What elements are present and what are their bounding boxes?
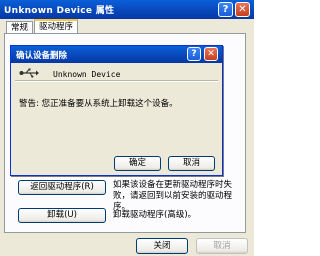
properties-titlebar[interactable]: Unknown Device 属性 ? ✕ [0, 0, 254, 19]
close-button[interactable]: 关闭 [136, 238, 188, 254]
cancel-button-disabled: 取消 [196, 238, 248, 254]
rollback-description: 如果该设备在更新驱动程序时失败，请返回到以前安装的驱动程序。 [113, 180, 233, 212]
device-name: Unknown Device [53, 70, 121, 79]
uninstall-button[interactable]: 卸载(U) [18, 208, 106, 223]
dialog-separator [15, 80, 218, 82]
dialog-title: 确认设备删除 [16, 51, 68, 61]
help-icon: ? [191, 49, 197, 59]
properties-title: Unknown Device 属性 [4, 6, 115, 16]
help-icon: ? [222, 4, 229, 15]
close-window-button[interactable]: ✕ [235, 2, 250, 17]
rollback-driver-button[interactable]: 返回驱动程序(R) [18, 180, 106, 195]
uninstall-description: 卸载驱动程序(高级)。 [113, 210, 197, 220]
dialog-cancel-button[interactable]: 取消 [168, 156, 215, 171]
uninstall-warning: 警告: 您正准备要从系统上卸载这个设备。 [19, 99, 178, 109]
help-button[interactable]: ? [218, 2, 233, 17]
dialog-titlebar[interactable]: 确认设备删除 ? ✕ [11, 46, 222, 63]
confirm-removal-dialog: 确认设备删除 ? ✕ Unknown Device 警告: 您正准备要从系统上卸… [10, 45, 223, 176]
usb-device-icon [19, 68, 39, 78]
close-icon: ✕ [207, 49, 215, 59]
dialog-close-button[interactable]: ✕ [204, 47, 218, 61]
close-icon: ✕ [238, 4, 247, 15]
tab-driver[interactable]: 驱动程序 [34, 19, 79, 33]
dialog-help-button[interactable]: ? [187, 47, 201, 61]
ok-button[interactable]: 确定 [114, 156, 161, 171]
